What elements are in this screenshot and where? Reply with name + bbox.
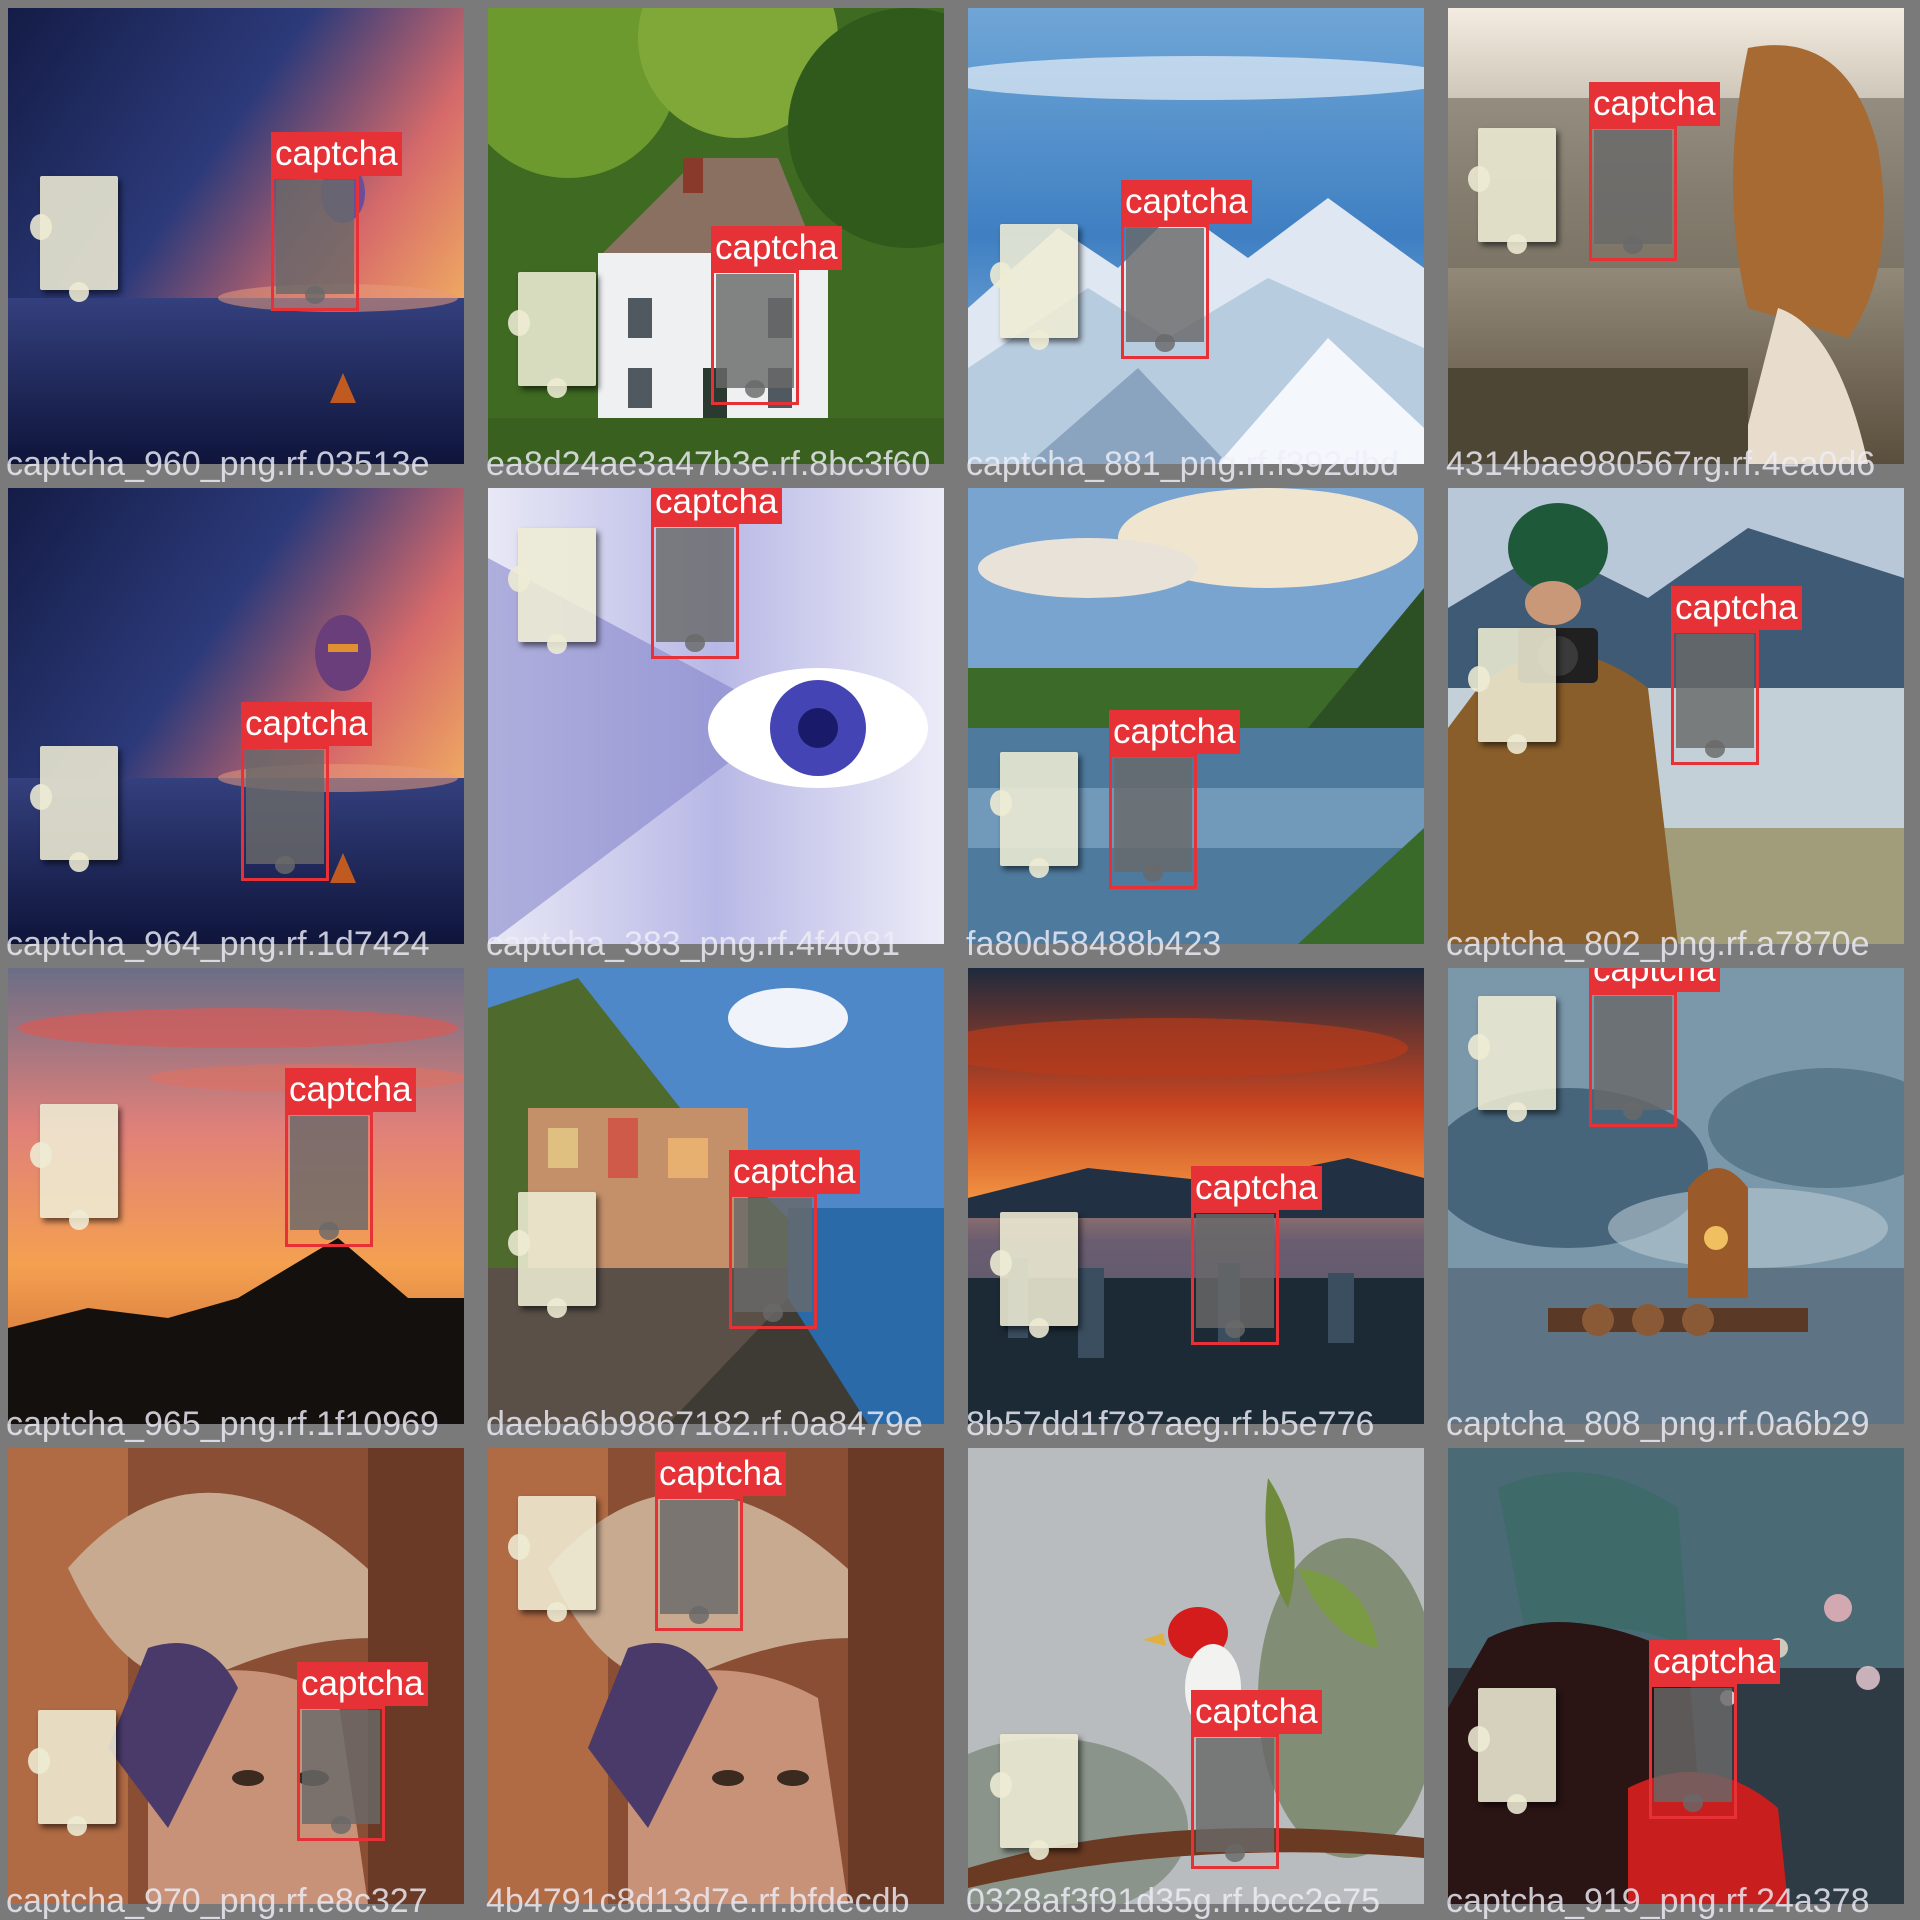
class-label: captcha	[271, 132, 402, 176]
class-label: captcha	[1649, 1640, 1780, 1684]
puzzle-piece	[30, 1104, 118, 1230]
bounding-box	[241, 746, 329, 881]
bounding-box	[711, 270, 799, 405]
puzzle-piece	[990, 752, 1078, 878]
puzzle-piece	[1468, 128, 1556, 254]
tile: captcha	[488, 968, 944, 1424]
class-label: captcha	[1191, 1690, 1322, 1734]
tile: captcha	[8, 488, 464, 944]
puzzle-piece	[28, 1710, 116, 1836]
tile: captcha	[968, 968, 1424, 1424]
bounding-box	[1671, 630, 1759, 765]
filename-caption: daeba6b9867182.rf.0a8479e	[486, 1405, 923, 1443]
filename-caption: captcha_964_png.rf.1d7424	[6, 925, 430, 963]
filename-caption: captcha_808_png.rf.0a6b29	[1446, 1405, 1870, 1443]
puzzle-piece	[1468, 628, 1556, 754]
bounding-box	[1649, 1684, 1737, 1819]
filename-caption: captcha_383_png.rf.4f4081	[486, 925, 901, 963]
class-label: captcha	[1191, 1166, 1322, 1210]
bounding-box	[297, 1706, 385, 1841]
puzzle-piece	[1468, 996, 1556, 1122]
class-label: captcha	[1109, 710, 1240, 754]
bounding-box	[1589, 126, 1677, 261]
puzzle-piece	[990, 1734, 1078, 1860]
tile: captcha	[968, 8, 1424, 464]
bounding-box	[1191, 1210, 1279, 1345]
bounding-box	[1121, 224, 1209, 359]
bounding-box	[271, 176, 359, 311]
filename-caption: captcha_802_png.rf.a7870e	[1446, 925, 1870, 963]
tile: captcha	[488, 488, 944, 944]
filename-caption: 4314bae980567rg.rf.4ea0d6	[1446, 445, 1876, 483]
bounding-box	[651, 524, 739, 659]
class-label: captcha	[655, 1452, 786, 1496]
filename-caption: 4b4791c8d13d7e.rf.bfdecdb	[486, 1882, 910, 1920]
tile: captcha	[968, 488, 1424, 944]
tile: captcha	[488, 1448, 944, 1904]
filename-caption: captcha_960_png.rf.03513e	[6, 445, 430, 483]
tile: captcha	[488, 8, 944, 464]
puzzle-piece	[30, 746, 118, 872]
puzzle-piece	[508, 1496, 596, 1622]
bounding-box	[1109, 754, 1197, 889]
filename-caption: 8b57dd1f787aeg.rf.b5e776	[966, 1405, 1375, 1443]
puzzle-piece	[30, 176, 118, 302]
filename-caption: fa80d58488b423	[966, 925, 1222, 963]
detection-grid: captcha captcha captcha captcha captcha …	[0, 0, 1920, 1920]
class-label: captcha	[297, 1662, 428, 1706]
filename-caption: captcha_970_png.rf.e8c327	[6, 1882, 428, 1920]
class-label: captcha	[1671, 586, 1802, 630]
class-label: captcha	[651, 488, 782, 524]
bounding-box	[1191, 1734, 1279, 1869]
class-label: captcha	[729, 1150, 860, 1194]
tile: captcha	[968, 1448, 1424, 1904]
filename-caption: ea8d24ae3a47b3e.rf.8bc3f60	[486, 445, 931, 483]
class-label: captcha	[711, 226, 842, 270]
tile: captcha	[8, 8, 464, 464]
puzzle-piece	[990, 224, 1078, 350]
filename-caption: captcha_965_png.rf.1f10969	[6, 1405, 439, 1443]
puzzle-piece	[1468, 1688, 1556, 1814]
bounding-box	[285, 1112, 373, 1247]
puzzle-piece	[990, 1212, 1078, 1338]
class-label: captcha	[1121, 180, 1252, 224]
filename-caption: captcha_919_png.rf.24a378	[1446, 1882, 1870, 1920]
puzzle-piece	[508, 528, 596, 654]
filename-caption: captcha_881_png.rf.f392dbd	[966, 445, 1399, 483]
puzzle-piece	[508, 1192, 596, 1318]
filename-caption: 0328af3f91d35g.rf.bcc2e75	[966, 1882, 1381, 1920]
class-label: captcha	[285, 1068, 416, 1112]
bounding-box	[729, 1194, 817, 1329]
tile: captcha	[8, 968, 464, 1424]
tile: captcha	[1448, 8, 1904, 464]
scene-image	[8, 488, 464, 944]
bounding-box	[1589, 992, 1677, 1127]
tile: captcha	[8, 1448, 464, 1904]
puzzle-piece	[508, 272, 596, 398]
class-label: captcha	[1589, 82, 1720, 126]
tile: captcha	[1448, 968, 1904, 1424]
class-label: captcha	[241, 702, 372, 746]
bounding-box	[655, 1496, 743, 1631]
class-label: captcha	[1589, 968, 1720, 992]
tile: captcha	[1448, 1448, 1904, 1904]
tile: captcha	[1448, 488, 1904, 944]
